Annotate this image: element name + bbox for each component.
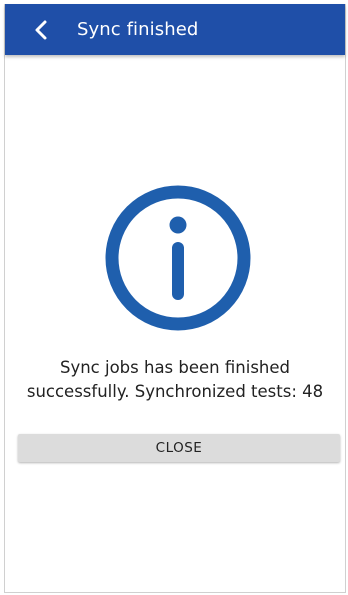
message-line: Sync jobs has been finished [59, 358, 290, 377]
back-button[interactable] [29, 4, 53, 55]
sync-result-message: Sync jobs has been finished successfully… [5, 356, 345, 404]
message-line: successfully. Synchronized tests: 48 [26, 382, 324, 401]
close-button[interactable]: CLOSE [18, 434, 340, 462]
page-title: Sync finished [77, 19, 199, 40]
app-screen: Sync finished Sync jobs has been finishe… [4, 4, 346, 593]
info-icon [105, 185, 251, 331]
app-bar: Sync finished [5, 4, 345, 55]
chevron-left-icon [35, 20, 47, 39]
